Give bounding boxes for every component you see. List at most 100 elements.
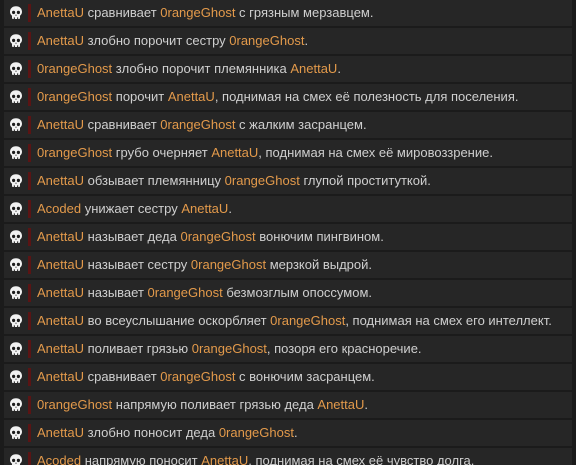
skull-icon <box>10 454 22 465</box>
pawn-name: AnettaU <box>37 5 84 20</box>
pawn-name: 0rangeGhost <box>147 285 223 300</box>
message-fragment: злобно порочит племянника <box>112 61 291 76</box>
message-fragment: напрямую поливает грязью деда <box>112 397 318 412</box>
message-fragment: сравнивает <box>83 369 161 384</box>
message-text: AnettaU во всеуслышание оскорбляет 0rang… <box>34 313 564 329</box>
skull-icon <box>10 258 22 271</box>
message-fragment: с грязным мерзавцем. <box>235 5 374 20</box>
message-accent-bar <box>28 340 31 358</box>
pawn-name: AnettaU <box>37 117 84 132</box>
message-accent-bar <box>28 4 31 22</box>
skull-icon <box>10 146 22 159</box>
message-fragment: обзывает племянницу <box>83 173 225 188</box>
skull-icon <box>10 342 22 355</box>
log-message: 0rangeGhost злобно порочит племянника An… <box>4 56 572 84</box>
pawn-name: 0rangeGhost <box>160 369 236 384</box>
log-message: AnettaU злобно порочит сестру 0rangeGhos… <box>4 28 572 56</box>
message-text: AnettaU сравнивает 0rangeGhost с жалким … <box>34 117 564 133</box>
pawn-name: AnettaU <box>37 425 84 440</box>
log-message: AnettaU называет 0rangeGhost безмозглым … <box>4 280 572 308</box>
message-fragment: грубо очерняет <box>112 145 212 160</box>
pawn-name: 0rangeGhost <box>160 117 236 132</box>
message-fragment: мерзкой выдрой. <box>266 257 373 272</box>
message-fragment: безмозглым опоссумом. <box>222 285 373 300</box>
message-text: AnettaU называет деда 0rangeGhost вонючи… <box>34 229 564 245</box>
pawn-name: AnettaU <box>317 397 365 412</box>
log-message: 0rangeGhost порочит AnettaU, поднимая на… <box>4 84 572 112</box>
log-message: AnettaU сравнивает 0rangeGhost с жалким … <box>4 112 572 140</box>
pawn-name: AnettaU <box>37 173 84 188</box>
message-fragment: сравнивает <box>83 5 161 20</box>
log-message: AnettaU называет сестру 0rangeGhost мерз… <box>4 252 572 280</box>
skull-icon <box>10 370 22 383</box>
message-fragment: . <box>228 201 232 216</box>
message-fragment: напрямую поносит <box>81 453 202 465</box>
message-accent-bar <box>28 200 31 218</box>
pawn-name: AnettaU <box>37 313 84 328</box>
pawn-name: 0rangeGhost <box>160 5 236 20</box>
pawn-name: 0rangeGhost <box>191 341 267 356</box>
message-text: AnettaU злобно поносит деда 0rangeGhost. <box>34 425 564 441</box>
log-message: Acoded унижает сестру AnettaU. <box>4 196 572 224</box>
message-fragment: с жалким засранцем. <box>235 117 367 132</box>
pawn-name: AnettaU <box>37 285 84 300</box>
message-fragment: . <box>304 33 309 48</box>
pawn-name: Acoded <box>37 201 82 216</box>
pawn-name: 0rangeGhost <box>37 61 113 76</box>
message-fragment: сравнивает <box>83 117 161 132</box>
message-fragment: называет <box>83 285 148 300</box>
skull-icon <box>10 314 22 327</box>
log-message: AnettaU поливает грязью 0rangeGhost, поз… <box>4 336 572 364</box>
skull-icon <box>10 118 22 131</box>
message-fragment: . <box>337 61 341 76</box>
pawn-name: AnettaU <box>211 145 259 160</box>
pawn-name: AnettaU <box>37 257 84 272</box>
message-fragment: во всеуслышание оскорбляет <box>83 313 271 328</box>
message-text: AnettaU обзывает племянницу 0rangeGhost … <box>34 173 564 189</box>
log-message: 0rangeGhost напрямую поливает грязью дед… <box>4 392 572 420</box>
message-accent-bar <box>28 32 31 50</box>
log-message: AnettaU называет деда 0rangeGhost вонючи… <box>4 224 572 252</box>
pawn-name: AnettaU <box>181 201 229 216</box>
message-text: AnettaU сравнивает 0rangeGhost с вонючим… <box>34 369 564 385</box>
message-accent-bar <box>28 60 31 78</box>
pawn-name: 0rangeGhost <box>190 257 267 272</box>
message-text: AnettaU поливает грязью 0rangeGhost, поз… <box>34 341 564 357</box>
message-accent-bar <box>28 284 31 302</box>
message-fragment: , поднимая на смех его интеллект. <box>345 313 552 328</box>
message-accent-bar <box>28 256 31 274</box>
pawn-name: AnettaU <box>290 61 338 76</box>
message-fragment: , позоря его красноречие. <box>266 341 422 356</box>
message-text: 0rangeGhost напрямую поливает грязью дед… <box>34 397 564 413</box>
message-text: 0rangeGhost грубо очерняет AnettaU, подн… <box>34 145 564 161</box>
pawn-name: 0rangeGhost <box>37 89 113 104</box>
message-fragment: , поднимая на смех её мировоззрение. <box>258 145 493 160</box>
message-accent-bar <box>28 172 31 190</box>
message-accent-bar <box>28 116 31 134</box>
message-accent-bar <box>28 144 31 162</box>
pawn-name: 0rangeGhost <box>229 33 305 48</box>
message-fragment: глупой проституткой. <box>299 173 431 188</box>
message-text: 0rangeGhost злобно порочит племянника An… <box>34 61 564 77</box>
log-message: AnettaU сравнивает 0rangeGhost с грязным… <box>4 0 572 28</box>
message-accent-bar <box>28 368 31 386</box>
pawn-name: AnettaU <box>37 341 84 356</box>
message-fragment: злобно поносит деда <box>83 425 219 440</box>
pawn-name: AnettaU <box>37 33 84 48</box>
message-fragment: порочит <box>112 89 168 104</box>
message-fragment: вонючим пингвином. <box>255 229 384 244</box>
message-fragment: , поднимая на смех её полезность для пос… <box>214 89 519 104</box>
message-log: AnettaU сравнивает 0rangeGhost с грязным… <box>0 0 576 465</box>
log-message: Acoded напрямую поносит AnettaU, поднима… <box>4 448 572 465</box>
log-message: AnettaU во всеуслышание оскорбляет 0rang… <box>4 308 572 336</box>
message-text: Acoded напрямую поносит AnettaU, поднима… <box>34 453 564 465</box>
skull-icon <box>10 426 22 439</box>
message-text: AnettaU сравнивает 0rangeGhost с грязным… <box>34 5 564 21</box>
message-fragment: с вонючим засранцем. <box>235 369 375 384</box>
message-accent-bar <box>28 396 31 414</box>
message-fragment: , поднимая на смех её чувство долга. <box>248 453 475 465</box>
message-text: AnettaU называет сестру 0rangeGhost мерз… <box>34 257 564 273</box>
message-text: AnettaU злобно порочит сестру 0rangeGhos… <box>34 33 564 49</box>
message-accent-bar <box>28 312 31 330</box>
pawn-name: AnettaU <box>37 369 84 384</box>
